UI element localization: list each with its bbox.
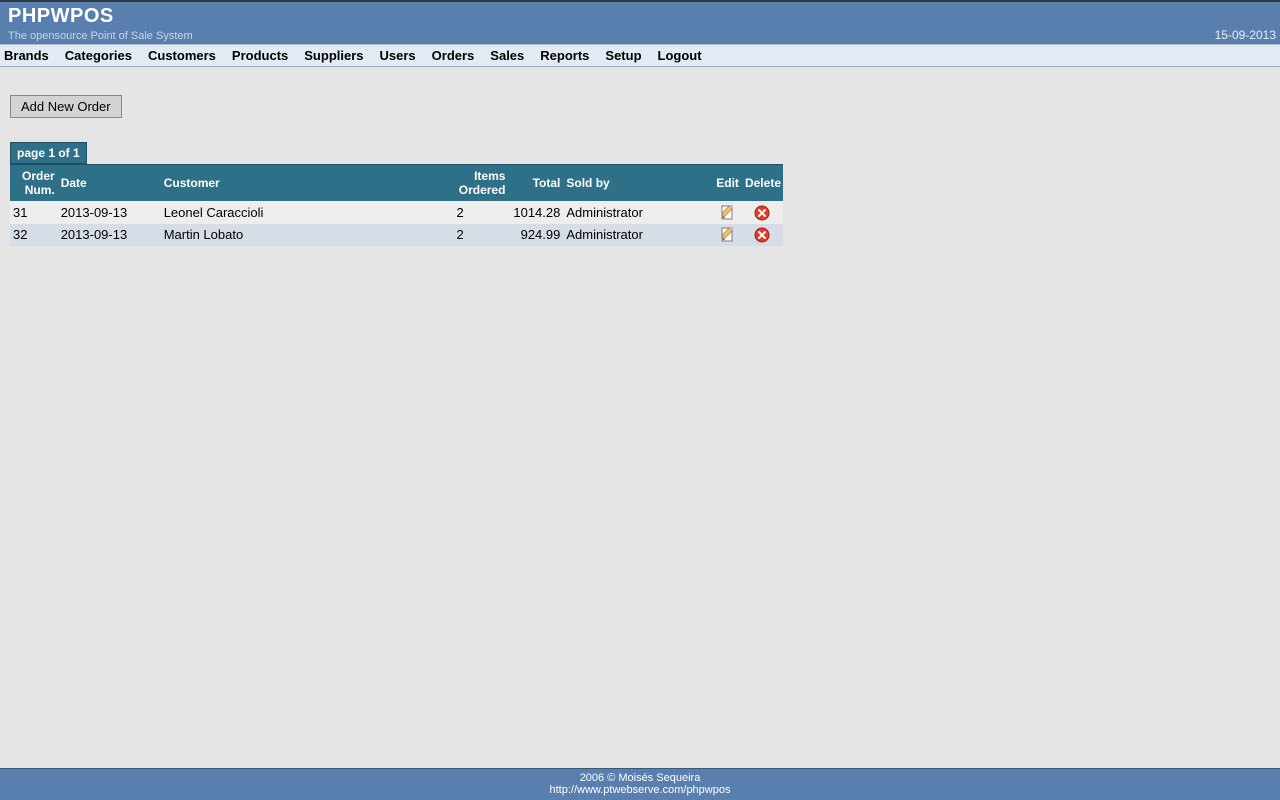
table-row: 31 2013-09-13 Leonel Caraccioli 2 1014.2…	[10, 201, 783, 224]
cell-sold-by: Administrator	[563, 224, 713, 247]
orders-table: Order Num. Date Customer Items Ordered T…	[10, 164, 783, 246]
cell-total: 924.99	[508, 224, 563, 247]
th-order-num: Order Num.	[10, 165, 58, 202]
cell-date: 2013-09-13	[58, 201, 161, 224]
cell-sold-by: Administrator	[563, 201, 713, 224]
th-sold-by: Sold by	[563, 165, 713, 202]
nav-logout[interactable]: Logout	[650, 48, 710, 63]
footer: 2006 © Moisés Sequeira http://www.ptwebs…	[0, 768, 1280, 800]
nav-suppliers[interactable]: Suppliers	[296, 48, 371, 63]
pager: page 1 of 1	[10, 142, 87, 164]
th-edit: Edit	[713, 165, 742, 202]
app-title: PHPWPOS	[8, 5, 1272, 28]
cell-total: 1014.28	[508, 201, 563, 224]
cell-customer: Martin Lobato	[161, 224, 454, 247]
nav-sales[interactable]: Sales	[482, 48, 532, 63]
nav-orders[interactable]: Orders	[424, 48, 483, 63]
nav-reports[interactable]: Reports	[532, 48, 597, 63]
cell-items: 2	[454, 201, 509, 224]
th-customer: Customer	[161, 165, 454, 202]
header: PHPWPOS The opensource Point of Sale Sys…	[0, 0, 1280, 44]
nav-setup[interactable]: Setup	[597, 48, 649, 63]
th-delete: Delete	[742, 165, 783, 202]
nav-brands[interactable]: Brands	[0, 48, 57, 63]
table-row: 32 2013-09-13 Martin Lobato 2 924.99 Adm…	[10, 224, 783, 247]
header-date: 15-09-2013	[1215, 28, 1276, 42]
footer-link[interactable]: http://www.ptwebserve.com/phpwpos	[550, 784, 731, 796]
delete-icon[interactable]	[754, 205, 770, 221]
th-items-ordered: Items Ordered	[454, 165, 509, 202]
nav-products[interactable]: Products	[224, 48, 296, 63]
cell-date: 2013-09-13	[58, 224, 161, 247]
delete-icon[interactable]	[754, 227, 770, 243]
content: Add New Order page 1 of 1 Order Num. Dat…	[0, 67, 1280, 768]
th-total: Total	[508, 165, 563, 202]
app-subtitle: The opensource Point of Sale System	[8, 30, 1272, 42]
edit-icon[interactable]	[720, 205, 736, 221]
main-nav: Brands Categories Customers Products Sup…	[0, 44, 1280, 67]
add-new-order-button[interactable]: Add New Order	[10, 95, 122, 118]
nav-categories[interactable]: Categories	[57, 48, 140, 63]
cell-items: 2	[454, 224, 509, 247]
th-date: Date	[58, 165, 161, 202]
nav-users[interactable]: Users	[372, 48, 424, 63]
edit-icon[interactable]	[720, 227, 736, 243]
cell-customer: Leonel Caraccioli	[161, 201, 454, 224]
nav-customers[interactable]: Customers	[140, 48, 224, 63]
footer-copyright: 2006 © Moisés Sequeira	[0, 772, 1280, 784]
cell-order-num: 32	[10, 224, 58, 247]
cell-order-num: 31	[10, 201, 58, 224]
